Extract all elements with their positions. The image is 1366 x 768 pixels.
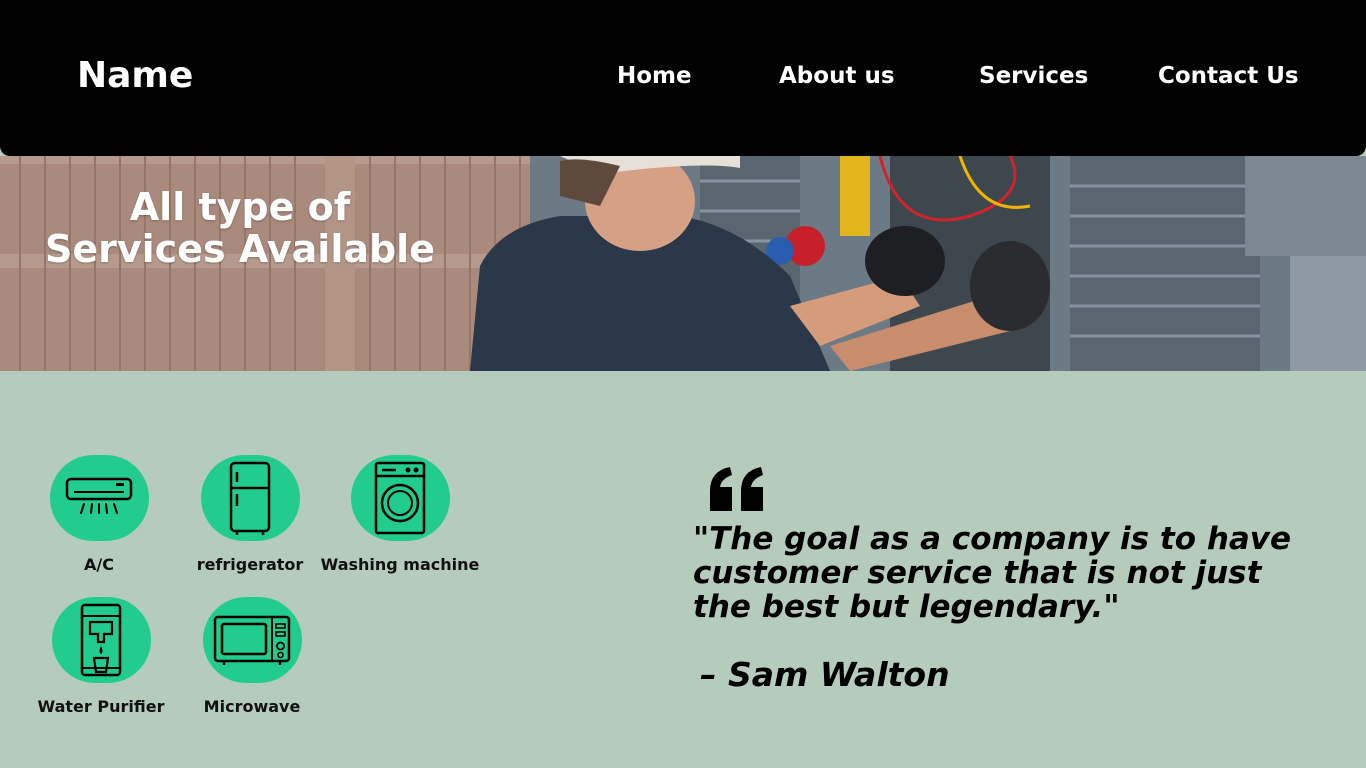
microwave-icon-circle [202,597,302,683]
service-washing-machine[interactable]: Washing machine [320,455,480,575]
quote-author: – Sam Walton [700,655,950,694]
ac-icon-circle [49,455,149,541]
service-label-microwave: Microwave [203,697,301,716]
washing-machine-icon [374,461,426,535]
hero-title: All type of Services Available [45,185,435,271]
quote-text: "The goal as a company is to have custom… [693,521,1292,625]
nav-about-link[interactable]: About us [779,60,895,92]
microwave-icon [213,615,291,665]
service-water-purifier[interactable]: Water Purifier [21,597,181,717]
service-ac[interactable]: A/C [19,455,179,575]
water-purifier-icon [80,603,122,677]
service-label-ac: A/C [84,555,114,574]
brand-name[interactable]: Name [77,52,193,100]
hero-banner: All type of Services Available [0,156,1366,371]
quote-mark-icon [710,467,763,511]
refrigerator-icon-circle [200,455,300,541]
page: Name Home About us Services Contact Us A… [0,0,1366,768]
service-label-water-purifier: Water Purifier [37,697,165,716]
nav-contact-link[interactable]: Contact Us [1158,60,1299,92]
service-label-refrigerator: refrigerator [196,555,304,574]
site-header: Name Home About us Services Contact Us [0,0,1366,156]
air-conditioner-icon [65,477,133,514]
refrigerator-icon [229,461,271,535]
washing-machine-icon-circle [350,455,450,541]
service-label-washing-machine: Washing machine [320,555,480,574]
service-refrigerator[interactable]: refrigerator [170,455,330,575]
water-purifier-icon-circle [51,597,151,683]
nav-home-link[interactable]: Home [617,60,692,92]
nav-services-link[interactable]: Services [979,60,1088,92]
service-microwave[interactable]: Microwave [172,597,332,717]
